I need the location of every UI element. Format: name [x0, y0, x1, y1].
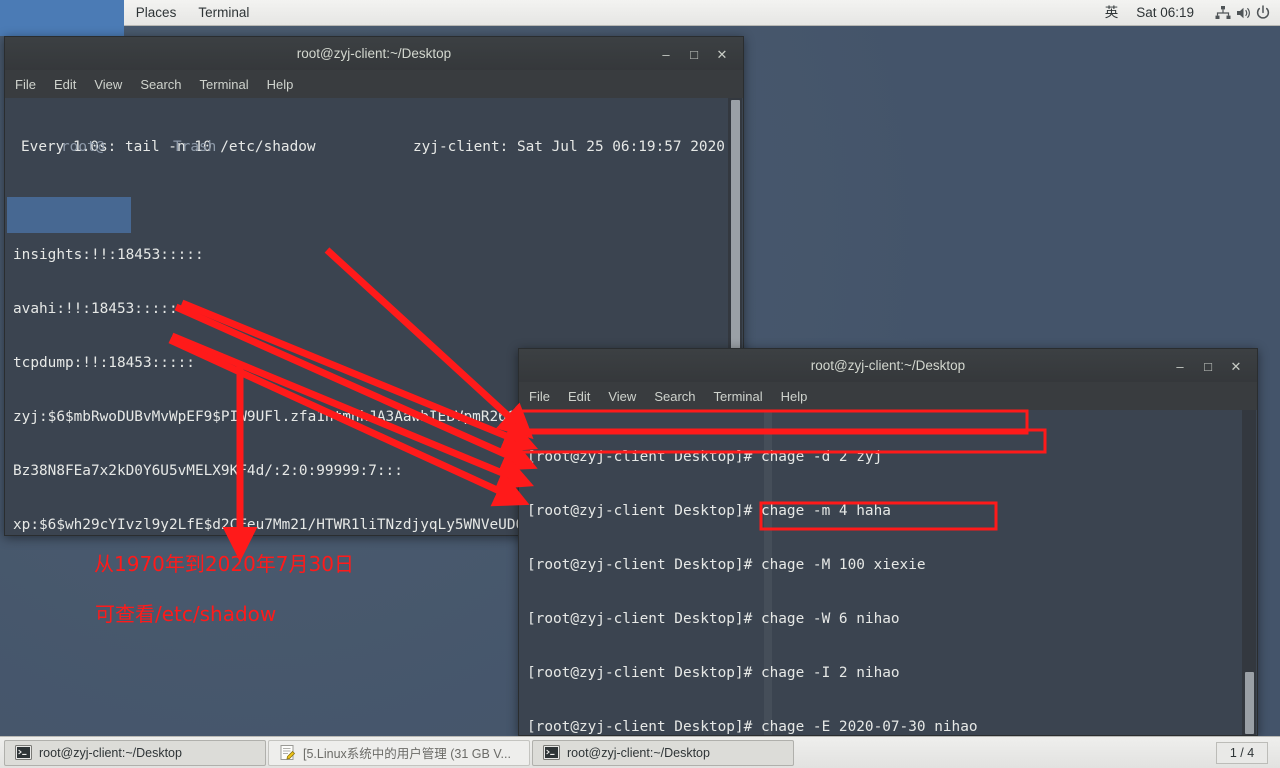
terminal2-ghost-column: [764, 410, 772, 735]
minimize-icon[interactable]: –: [1173, 360, 1187, 373]
menu-file[interactable]: File: [15, 77, 36, 92]
prompt: [root@zyj-client Desktop]#: [527, 557, 761, 573]
command-text: chage -E 2020-07-30 nihao: [760, 719, 978, 735]
command-text: chage -d 2 zyj: [760, 449, 883, 465]
terminal-icon: [15, 744, 32, 761]
menu-help[interactable]: Help: [781, 389, 808, 404]
prompt: [root@zyj-client Desktop]#: [527, 719, 761, 735]
window2-terminal-body[interactable]: [root@zyj-client Desktop]# chage -d 2 zy…: [518, 410, 1258, 736]
document-icon: [279, 744, 296, 761]
command-line: [root@zyj-client Desktop]# chage -I 2 ni…: [527, 664, 1251, 682]
taskbar-item-document[interactable]: [5.Linux系统中的用户管理 (31 GB V...: [268, 739, 530, 766]
ghost-text-root: root@: [61, 139, 105, 155]
panel-status-area: 英 Sat 06:19: [1097, 0, 1280, 25]
menu-terminal[interactable]: Terminal: [187, 0, 260, 25]
taskbar-item-label: root@zyj-client:~/Desktop: [567, 745, 710, 760]
menu-view[interactable]: View: [94, 77, 122, 92]
close-icon[interactable]: ✕: [715, 48, 729, 61]
command-text: chage -M 100 xiexie: [760, 557, 926, 573]
ghost-text-trash: Trash: [173, 139, 217, 155]
prompt: [root@zyj-client Desktop]#: [527, 449, 761, 465]
window2-controls: – □ ✕: [1173, 349, 1251, 383]
power-icon[interactable]: [1254, 4, 1272, 22]
taskbar-item-terminal-2[interactable]: root@zyj-client:~/Desktop: [532, 739, 794, 766]
shadow-line: insights:!!:18453:::::: [13, 247, 204, 263]
annotation-note-2: 可查看/etc/shadow: [95, 602, 277, 626]
menu-terminal[interactable]: Terminal: [200, 77, 249, 92]
top-panel: Applications Places Terminal 英 Sat 06:19: [0, 0, 1280, 26]
volume-icon[interactable]: [1234, 4, 1252, 22]
window2-output: [root@zyj-client Desktop]# chage -d 2 zy…: [519, 410, 1257, 735]
window1-controls: – □ ✕: [659, 37, 737, 71]
window2-titlebar[interactable]: root@zyj-client:~/Desktop – □ ✕: [518, 348, 1258, 382]
minimize-icon[interactable]: –: [659, 48, 673, 61]
prompt: [root@zyj-client Desktop]#: [527, 665, 761, 681]
window1-title: root@zyj-client:~/Desktop: [296, 46, 452, 61]
menu-search[interactable]: Search: [654, 389, 695, 404]
menu-help[interactable]: Help: [267, 77, 294, 92]
terminal-window-2[interactable]: root@zyj-client:~/Desktop – □ ✕ File Edi…: [518, 348, 1258, 736]
desktop-screen: Applications Places Terminal 英 Sat 06:19: [0, 0, 1280, 768]
menu-file[interactable]: File: [529, 389, 550, 404]
input-method-indicator[interactable]: 英: [1097, 0, 1127, 25]
window1-menubar: File Edit View Search Terminal Help: [4, 70, 744, 98]
workspace-indicator[interactable]: 1 / 4: [1216, 741, 1268, 764]
menu-edit[interactable]: Edit: [54, 77, 76, 92]
maximize-icon[interactable]: □: [687, 48, 701, 61]
watch-header-line: Every 1.0s: tail -n 10 /etc/shadow root@…: [13, 138, 737, 156]
menu-view[interactable]: View: [608, 389, 636, 404]
terminal-icon: [543, 744, 560, 761]
prompt: [root@zyj-client Desktop]#: [527, 503, 761, 519]
command-line: [root@zyj-client Desktop]# chage -E 2020…: [527, 718, 1251, 735]
menu-search[interactable]: Search: [140, 77, 181, 92]
window2-menubar: File Edit View Search Terminal Help: [518, 382, 1258, 410]
command-text: chage -W 6 nihao: [760, 611, 900, 627]
command-line: [root@zyj-client Desktop]# chage -M 100 …: [527, 556, 1251, 574]
clock[interactable]: Sat 06:19: [1128, 0, 1202, 25]
close-icon[interactable]: ✕: [1229, 360, 1243, 373]
annotation-note-1: 从1970年到2020年7月30日: [94, 552, 354, 576]
window2-title: root@zyj-client:~/Desktop: [810, 358, 966, 373]
command-line: [root@zyj-client Desktop]# chage -d 2 zy…: [527, 448, 1251, 466]
menu-edit[interactable]: Edit: [568, 389, 590, 404]
menu-places[interactable]: Places: [125, 0, 188, 25]
maximize-icon[interactable]: □: [1201, 360, 1215, 373]
command-text: chage -I 2 nihao: [760, 665, 900, 681]
menu-terminal[interactable]: Terminal: [714, 389, 763, 404]
network-icon[interactable]: [1214, 4, 1232, 22]
window1-titlebar[interactable]: root@zyj-client:~/Desktop – □ ✕: [4, 36, 744, 70]
watch-header-right: zyj-client: Sat Jul 25 06:19:57 2020: [413, 139, 725, 155]
prompt: [root@zyj-client Desktop]#: [527, 611, 761, 627]
command-line: [root@zyj-client Desktop]# chage -W 6 ni…: [527, 610, 1251, 628]
window2-scrollbar[interactable]: [1242, 410, 1256, 735]
command-line: [root@zyj-client Desktop]# chage -m 4 ha…: [527, 502, 1251, 520]
window1-focus-highlight: [0, 0, 124, 36]
window2-scrollbar-thumb[interactable]: [1245, 672, 1254, 734]
taskbar-item-terminal-1[interactable]: root@zyj-client:~/Desktop: [4, 739, 266, 766]
command-text: chage -m 4 haha: [760, 503, 891, 519]
taskbar-item-label: root@zyj-client:~/Desktop: [39, 745, 182, 760]
shadow-line: avahi:!!:18453:::::: [13, 301, 178, 317]
taskbar-item-label: [5.Linux系统中的用户管理 (31 GB V...: [303, 747, 511, 761]
taskbar: root@zyj-client:~/Desktop [5.Linux系统中的用户…: [0, 736, 1280, 768]
